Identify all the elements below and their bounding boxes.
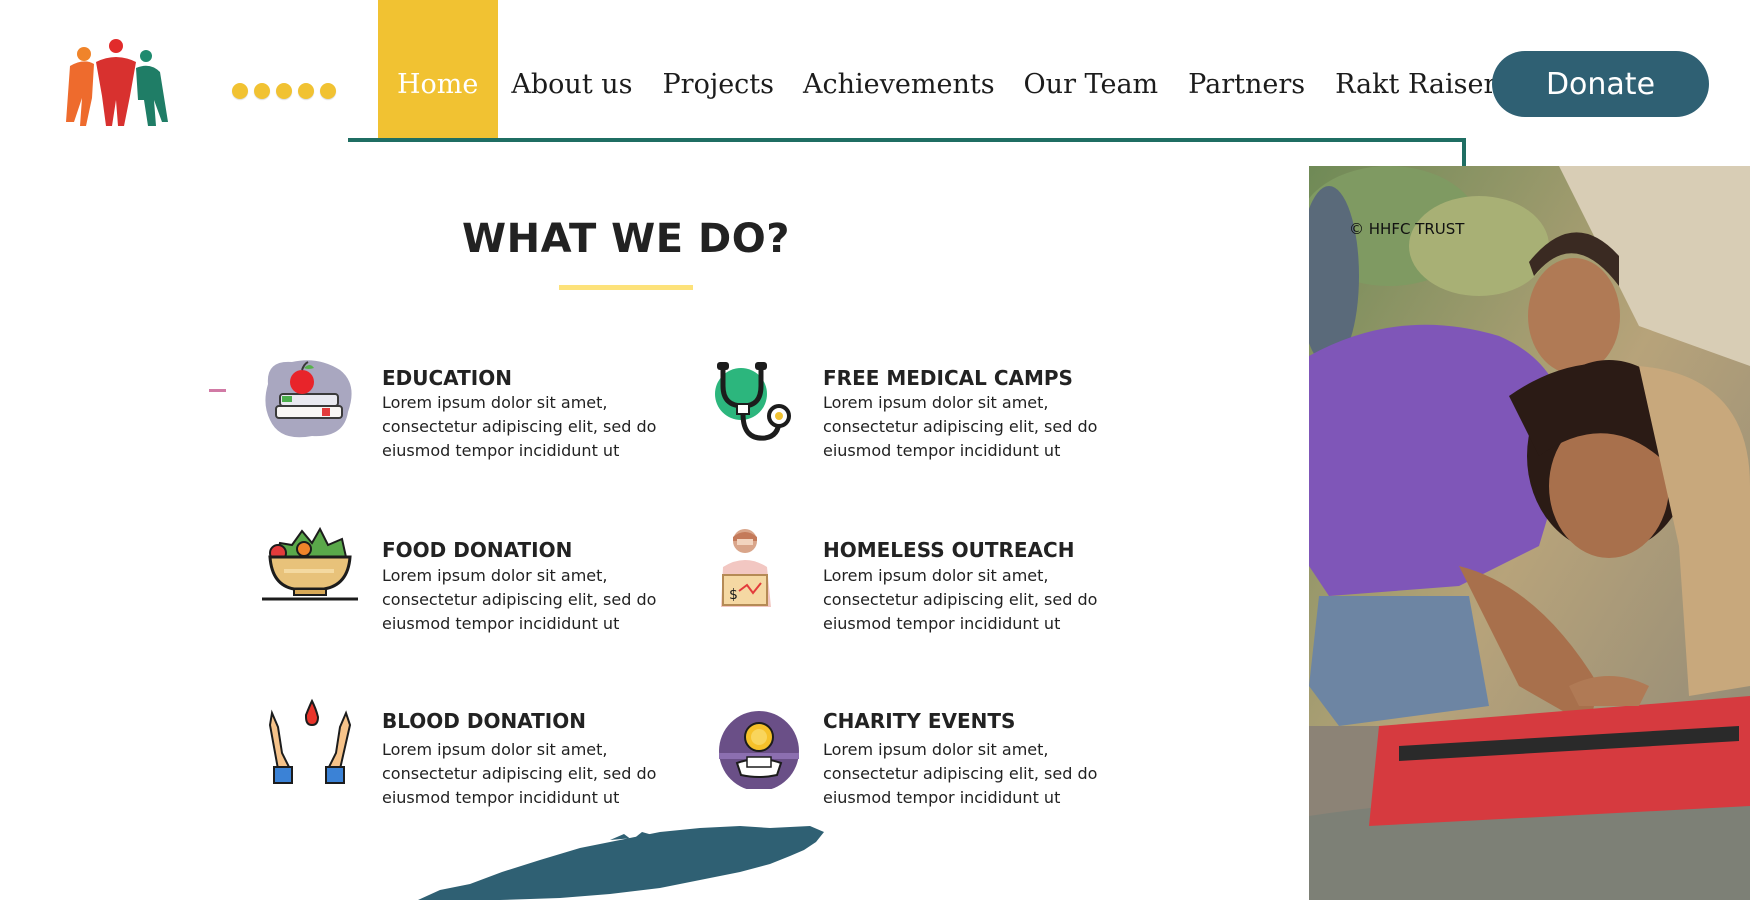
coin-hand-icon [719, 711, 799, 789]
main-nav: Home About us Projects Achievements Our … [378, 0, 1496, 140]
carousel-dots[interactable] [232, 83, 336, 99]
homeless-person-icon: $ [721, 529, 771, 607]
service-description: Lorem ipsum dolor sit amet, consectetur … [823, 393, 1098, 460]
dot-indicator[interactable] [232, 83, 248, 99]
nav-our-team[interactable]: Our Team [1024, 0, 1159, 140]
section-title: WHAT WE DO? [462, 216, 790, 262]
service-title: BLOOD DONATION [382, 709, 586, 733]
service-title: EDUCATION [382, 366, 512, 390]
nav-divider-corner [1462, 138, 1466, 166]
dot-indicator[interactable] [276, 83, 292, 99]
stethoscope-icon [715, 362, 791, 441]
nav-partners[interactable]: Partners [1188, 0, 1305, 140]
title-underline [559, 285, 693, 290]
service-description: Lorem ipsum dolor sit amet, consectetur … [382, 740, 657, 807]
nav-projects[interactable]: Projects [663, 0, 775, 140]
nav-about-us[interactable]: About us [511, 0, 632, 140]
organization-logo[interactable] [64, 38, 174, 128]
nav-achievements[interactable]: Achievements [803, 0, 995, 140]
hands-blood-drop-icon [268, 698, 352, 784]
service-description: Lorem ipsum dolor sit amet, consectetur … [382, 566, 657, 633]
svg-text:$: $ [729, 587, 738, 603]
service-description: Lorem ipsum dolor sit amet, consectetur … [823, 566, 1098, 633]
decorative-dash [209, 389, 226, 392]
nav-home[interactable]: Home [378, 0, 499, 140]
nav-rakt-raiser[interactable]: Rakt Raiser [1335, 0, 1496, 140]
photo-credit: © HHFC TRUST [1349, 220, 1465, 238]
nav-divider-line [348, 138, 1466, 142]
dot-indicator[interactable] [298, 83, 314, 99]
service-description: Lorem ipsum dolor sit amet, consectetur … [823, 740, 1098, 807]
service-description: Lorem ipsum dolor sit amet, consectetur … [382, 393, 657, 460]
service-title: FOOD DONATION [382, 538, 573, 562]
decorative-brush-stroke [418, 826, 824, 900]
service-title: HOMELESS OUTREACH [823, 538, 1075, 562]
donate-button[interactable]: Donate [1492, 51, 1709, 117]
children-photo-image [1309, 166, 1750, 900]
service-title: FREE MEDICAL CAMPS [823, 366, 1073, 390]
service-title: CHARITY EVENTS [823, 709, 1016, 733]
salad-bowl-icon [262, 527, 358, 601]
dot-indicator[interactable] [320, 83, 336, 99]
books-apple-icon [265, 360, 352, 438]
dot-indicator[interactable] [254, 83, 270, 99]
hero-photo: © HHFC TRUST [1309, 166, 1750, 900]
